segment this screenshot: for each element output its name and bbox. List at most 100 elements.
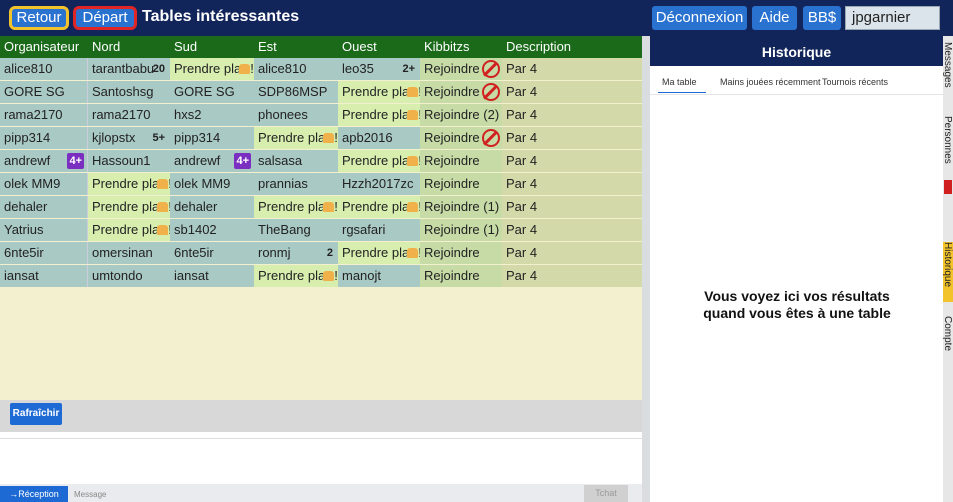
retour-button[interactable]: Retour xyxy=(9,6,69,30)
table-row[interactable]: Yatrius Prendre pla! sb1402 TheBang rgsafari… xyxy=(0,219,642,242)
side-tab-personnes[interactable]: Personnes xyxy=(943,116,953,216)
deconnexion-button[interactable]: Déconnexion xyxy=(652,6,747,30)
cell-sud: dehaler xyxy=(170,196,254,218)
player-level-badge: 20 xyxy=(152,63,165,75)
page-title: Tables intéressantes xyxy=(142,8,300,25)
table-row[interactable]: iansat umtondo iansat Prendre pla! manojt Rej… xyxy=(0,265,642,288)
cell-organisateur: andrewf 4+ xyxy=(0,150,88,172)
cell-ouest[interactable]: Prendre pla! xyxy=(338,150,420,172)
cell-sud-text: andrewf xyxy=(174,153,221,168)
table-row[interactable]: alice810 tarantbabu 20 Prendre pla! alice810… xyxy=(0,58,642,81)
cell-est[interactable]: Prendre pla! xyxy=(254,127,338,149)
cell-est[interactable]: Prendre pla! xyxy=(254,196,338,218)
cell-sud[interactable]: Prendre pla! xyxy=(170,58,254,80)
cell-kibbitzs[interactable]: Rejoindre xyxy=(420,173,502,195)
cell-est-text: SDP86MSP xyxy=(258,84,328,99)
depart-button[interactable]: Départ xyxy=(73,6,137,30)
forbidden-icon xyxy=(482,129,500,147)
lock-icon xyxy=(323,271,335,281)
cell-nord[interactable]: Prendre pla! xyxy=(88,196,170,218)
col-header-ouest[interactable]: Ouest xyxy=(338,36,377,58)
lock-icon xyxy=(407,248,419,258)
cell-kibbitzs[interactable]: Rejoindre (1) xyxy=(420,219,502,241)
cell-organisateur: olek MM9 xyxy=(0,173,88,195)
table-row[interactable]: pipp314 kjlopstx 5+ pipp314 Prendre pla! apb2… xyxy=(0,127,642,150)
bb-dollars-button[interactable]: BB$ xyxy=(803,6,841,30)
side-tab-compte[interactable]: Compte xyxy=(943,316,953,376)
cell-nord-text: Santoshsg xyxy=(92,84,154,99)
cell-ouest[interactable]: Prendre pla! xyxy=(338,242,420,264)
table-row[interactable]: rama2170 rama2170 hxs2 phonees Prendre pla! R… xyxy=(0,104,642,127)
cell-sud-text: Prendre pla xyxy=(174,61,242,76)
cell-organisateur-text: 6nte5ir xyxy=(4,245,44,260)
cell-description: Par 4 xyxy=(502,81,642,103)
cell-kibbitzs[interactable]: Rejoindre xyxy=(420,265,502,287)
cell-est-text: alice810 xyxy=(258,61,307,76)
player-level-badge: 4+ xyxy=(67,153,84,169)
cell-organisateur-text: olek MM9 xyxy=(4,176,61,191)
cell-nord: omersinan xyxy=(88,242,170,264)
cell-ouest-text: Prendre pla xyxy=(342,153,410,168)
cell-ouest-text: Prendre pla xyxy=(342,199,410,214)
aide-button[interactable]: Aide xyxy=(752,6,797,30)
tchat-button[interactable]: Tchat xyxy=(584,485,628,502)
cell-est[interactable]: Prendre pla! xyxy=(254,265,338,287)
cell-description-text: Par 4 xyxy=(506,107,538,122)
cell-kibbitzs-text: Rejoindre (2) xyxy=(424,107,500,122)
cell-kibbitzs[interactable]: Rejoindre xyxy=(420,242,502,264)
cell-nord: umtondo xyxy=(88,265,170,287)
cell-nord-text: rama2170 xyxy=(92,107,151,122)
col-header-description[interactable]: Description xyxy=(502,36,571,58)
tab-mains-jouees[interactable]: Mains jouées récemment xyxy=(720,77,821,87)
cell-est-text: Prendre pla xyxy=(258,268,326,283)
cell-description: Par 4 xyxy=(502,58,642,80)
cell-kibbitzs[interactable]: Rejoindre (1) xyxy=(420,196,502,218)
col-header-organisateur[interactable]: Organisateur xyxy=(0,36,79,58)
cell-ouest[interactable]: Prendre pla! xyxy=(338,81,420,103)
table-row[interactable]: olek MM9 Prendre pla! olek MM9 prannias Hzzh… xyxy=(0,173,642,196)
col-header-nord[interactable]: Nord xyxy=(88,36,120,58)
cell-kibbitzs[interactable]: Rejoindre xyxy=(420,150,502,172)
cell-nord-text: umtondo xyxy=(92,268,143,283)
side-tab-historique[interactable]: Historique xyxy=(943,242,953,302)
refresh-button[interactable]: Rafraîchir xyxy=(10,403,62,425)
cell-kibbitzs[interactable]: Rejoindre (2) xyxy=(420,104,502,126)
historique-panel: Historique Ma table Mains jouées récemme… xyxy=(650,36,943,502)
col-header-kibbitzs[interactable]: Kibbitzs xyxy=(420,36,470,58)
message-input[interactable]: Message xyxy=(74,490,106,499)
side-tab-messages[interactable]: Messages xyxy=(943,42,953,106)
cell-sud-text: GORE SG xyxy=(174,84,235,99)
panel-divider[interactable] xyxy=(642,36,650,502)
cell-kibbitzs[interactable]: Rejoindre xyxy=(420,127,502,149)
cell-nord[interactable]: Prendre pla! xyxy=(88,219,170,241)
cell-ouest-text: leo35 xyxy=(342,61,374,76)
tab-tournois-recents[interactable]: Tournois récents xyxy=(822,77,888,87)
forbidden-icon xyxy=(482,60,500,78)
cell-description-text: Par 4 xyxy=(506,84,538,99)
table-row[interactable]: 6nte5ir omersinan 6nte5ir ronmj 2 Prendre pla… xyxy=(0,242,642,265)
username-field[interactable]: jpgarnier xyxy=(845,6,940,30)
col-header-est[interactable]: Est xyxy=(254,36,277,58)
tab-ma-table[interactable]: Ma table xyxy=(658,77,706,93)
cell-description-text: Par 4 xyxy=(506,176,538,191)
cell-kibbitzs[interactable]: Rejoindre xyxy=(420,58,502,80)
table-row[interactable]: andrewf 4+ Hassoun1 andrewf 4+ salsasa Prendre… xyxy=(0,150,642,173)
lock-icon xyxy=(323,202,335,212)
cell-est-text: prannias xyxy=(258,176,308,191)
cell-organisateur: iansat xyxy=(0,265,88,287)
table-row[interactable]: GORE SG Santoshsg GORE SG SDP86MSP Prendre p… xyxy=(0,81,642,104)
cell-kibbitzs[interactable]: Rejoindre xyxy=(420,81,502,103)
reception-button[interactable]: →Réception xyxy=(0,486,68,502)
cell-description: Par 4 xyxy=(502,173,642,195)
cell-ouest[interactable]: Prendre pla! xyxy=(338,196,420,218)
cell-ouest: rgsafari xyxy=(338,219,420,241)
table-row[interactable]: dehalerPrendre pla!dehalerPrendre pla!Pr… xyxy=(0,196,642,219)
cell-description-text: Par 4 xyxy=(506,268,538,283)
cell-est: alice810 xyxy=(254,58,338,80)
cell-est: salsasa xyxy=(254,150,338,172)
cell-nord[interactable]: Prendre pla! xyxy=(88,173,170,195)
cell-ouest[interactable]: Prendre pla! xyxy=(338,104,420,126)
cell-est: TheBang xyxy=(254,219,338,241)
col-header-sud[interactable]: Sud xyxy=(170,36,197,58)
cell-nord: rama2170 xyxy=(88,104,170,126)
